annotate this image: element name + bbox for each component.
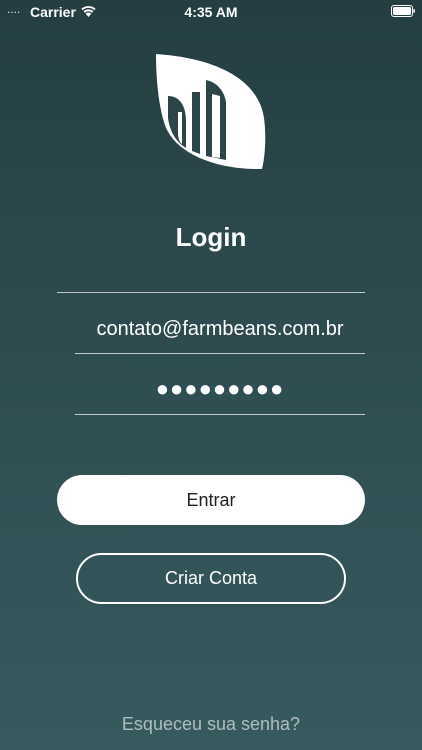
page-title: Login: [175, 222, 247, 252]
login-button[interactable]: Entrar: [57, 475, 365, 525]
create-account-button[interactable]: Criar Conta: [76, 553, 346, 604]
email-underline: [75, 353, 365, 354]
farmbeans-logo: [156, 54, 266, 170]
forgot-password-link[interactable]: Esqueceu sua senha?: [0, 714, 422, 735]
clock: 4:35 AM: [184, 4, 238, 20]
email-field[interactable]: [75, 307, 365, 351]
password-underline: [75, 414, 365, 415]
battery-icon: [391, 5, 415, 17]
divider-top: [57, 292, 365, 293]
status-bar: .... Carrier 4:35 AM: [0, 0, 422, 24]
password-field[interactable]: [75, 367, 365, 411]
